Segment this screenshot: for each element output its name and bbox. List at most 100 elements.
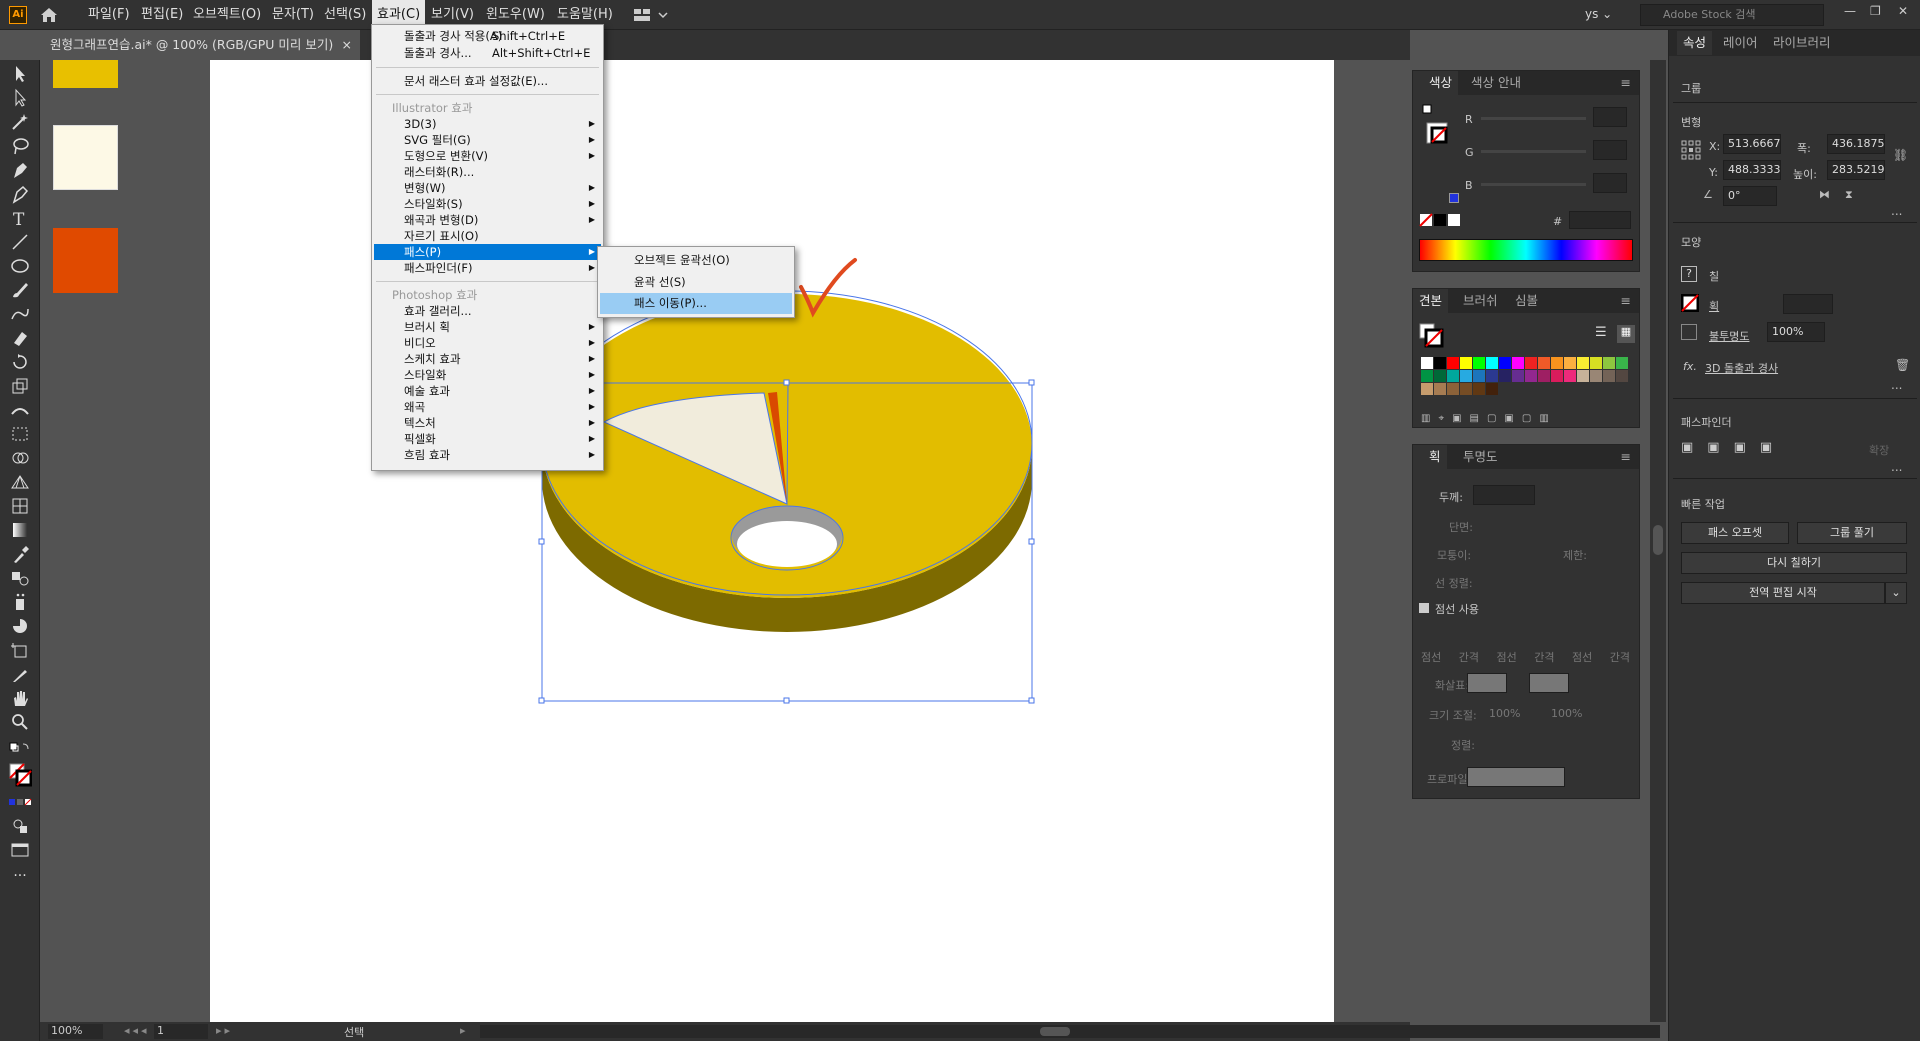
fill-unknown-swatch[interactable]: ? — [1681, 266, 1697, 282]
color-swatch[interactable] — [1538, 357, 1550, 369]
horizontal-scrollbar[interactable] — [480, 1025, 1660, 1038]
default-fill-stroke-icon[interactable] — [8, 740, 32, 760]
color-swatch[interactable] — [1564, 370, 1576, 382]
magic-wand-tool-icon[interactable] — [8, 112, 32, 132]
color-swatch[interactable] — [1486, 357, 1498, 369]
menu-texture[interactable]: 텍스처 ▶ — [374, 415, 601, 431]
menu-path[interactable]: 패스(P) ▶ — [374, 244, 601, 260]
color-swatch[interactable] — [1499, 357, 1511, 369]
zoom-tool-icon[interactable] — [8, 712, 32, 732]
menu-pathfinder[interactable]: 패스파인더(F) ▶ — [374, 260, 601, 276]
blend-tool-icon[interactable] — [8, 568, 32, 588]
menu-raster-settings[interactable]: 문서 래스터 효과 설정값(E)... — [374, 73, 601, 89]
workspace-switcher-icon[interactable] — [632, 5, 672, 25]
reference-point-icon[interactable] — [1681, 140, 1701, 160]
menu-edit[interactable]: 편집(E) — [136, 0, 188, 30]
stroke-label[interactable]: 획 — [1709, 298, 1719, 314]
color-swatch[interactable] — [1603, 357, 1615, 369]
shape-builder-tool-icon[interactable] — [8, 448, 32, 468]
menu-warp[interactable]: 왜곡과 변형(D) ▶ — [374, 212, 601, 228]
menu-distort-transform[interactable]: 변형(W) ▶ — [374, 180, 601, 196]
vertical-scrollbar[interactable] — [1650, 60, 1666, 1022]
opacity-label[interactable]: 불투명도 — [1709, 328, 1749, 344]
stock-search-input[interactable]: Adobe Stock 검색 — [1640, 4, 1824, 26]
color-swatch[interactable] — [1616, 370, 1628, 382]
grid-view-icon[interactable]: ▦ — [1617, 325, 1635, 343]
color-swatch[interactable] — [1551, 357, 1563, 369]
menu-svg-filter[interactable]: SVG 필터(G) ▶ — [374, 132, 601, 148]
menu-file[interactable]: 파일(F) — [83, 0, 135, 30]
window-controls[interactable]: — ❐ ✕ — [1838, 4, 1918, 24]
arrow-start-select[interactable] — [1467, 673, 1507, 693]
color-chip-yellow[interactable] — [53, 60, 118, 88]
draw-mode-icon[interactable] — [8, 816, 32, 836]
menu-rasterize[interactable]: 래스터화(R)... — [374, 164, 601, 180]
submenu-outline-stroke[interactable]: 윤곽 선(S) — [600, 272, 792, 293]
line-tool-icon[interactable] — [8, 232, 32, 252]
menu-artistic[interactable]: 예술 효과 ▶ — [374, 383, 601, 399]
minimize-icon[interactable]: — — [1844, 4, 1856, 18]
menu-pixelate[interactable]: 픽셀화 ▶ — [374, 431, 601, 447]
appearance-more-options[interactable]: ... — [1891, 378, 1902, 392]
offset-path-button[interactable]: 패스 오프셋 — [1681, 522, 1789, 544]
color-swatch[interactable] — [1577, 357, 1589, 369]
color-chip-orange[interactable] — [53, 228, 118, 293]
color-swatch[interactable] — [1434, 383, 1446, 395]
out-of-gamut-icon[interactable] — [1449, 193, 1459, 203]
width-field[interactable]: 436.1875 — [1827, 134, 1885, 154]
canvas-area[interactable] — [40, 60, 1410, 1022]
submenu-outline-object[interactable]: 오브젝트 윤곽선(O) — [600, 250, 792, 271]
color-swatch[interactable] — [1512, 370, 1524, 382]
flip-vertical-icon[interactable]: ⧗ — [1845, 188, 1853, 202]
eyedropper-tool-icon[interactable] — [8, 544, 32, 564]
submenu-offset-path[interactable]: 패스 이동(P)... — [600, 293, 792, 314]
tab-properties[interactable]: 속성 — [1677, 31, 1713, 55]
artboard-nav-next[interactable]: ▸▸ — [216, 1024, 233, 1037]
color-swatch[interactable] — [1590, 370, 1602, 382]
none-black-white-chips[interactable] — [1419, 213, 1463, 227]
pen-tool-icon[interactable] — [8, 160, 32, 180]
menu-effect-gallery[interactable]: 효과 갤러리... — [374, 303, 601, 319]
panel-menu-icon[interactable]: ≡ — [1615, 445, 1637, 469]
paintbrush-tool-icon[interactable] — [8, 280, 32, 300]
hand-tool-icon[interactable] — [8, 688, 32, 708]
color-swatch[interactable] — [1577, 370, 1589, 382]
profile-select[interactable] — [1467, 767, 1565, 787]
color-swatch[interactable] — [1447, 383, 1459, 395]
tab-layers[interactable]: 레이어 — [1717, 31, 1764, 55]
ungroup-button[interactable]: 그룹 풀기 — [1797, 522, 1907, 544]
arrow-end-select[interactable] — [1529, 673, 1569, 693]
menu-last-effect[interactable]: 돌출과 경사... Alt+Shift+Ctrl+E — [374, 45, 601, 61]
color-swatch[interactable] — [1421, 383, 1433, 395]
angle-field[interactable]: 0° — [1723, 186, 1777, 206]
color-swatch[interactable] — [1473, 370, 1485, 382]
tab-stroke[interactable]: 획 — [1413, 445, 1447, 469]
tab-color[interactable]: 색상 — [1413, 71, 1459, 95]
close-window-icon[interactable]: ✕ — [1898, 4, 1908, 18]
menu-video[interactable]: 비디오 ▶ — [374, 335, 601, 351]
tab-libraries[interactable]: 라이브러리 — [1767, 31, 1837, 55]
free-transform-tool-icon[interactable] — [8, 424, 32, 444]
height-field[interactable]: 283.5219 — [1827, 160, 1885, 180]
symbol-sprayer-tool-icon[interactable] — [8, 592, 32, 612]
list-view-icon[interactable]: ☰ — [1595, 325, 1611, 341]
pathfinder-shape-modes[interactable]: ▣▣▣▣ — [1681, 440, 1811, 458]
menu-type[interactable]: 문자(T) — [267, 0, 319, 30]
color-swatch[interactable] — [1525, 357, 1537, 369]
tab-symbols[interactable]: 심볼 — [1509, 289, 1544, 313]
color-swatch[interactable] — [1421, 357, 1433, 369]
perspective-grid-tool-icon[interactable] — [8, 472, 32, 492]
tab-transparency[interactable]: 투명도 — [1457, 445, 1504, 469]
status-arrow[interactable]: ▸ — [460, 1024, 466, 1037]
g-slider[interactable] — [1481, 150, 1586, 153]
color-chip-cream[interactable] — [53, 125, 118, 190]
pathfinder-more-options[interactable]: ... — [1891, 460, 1902, 474]
flip-horizontal-icon[interactable]: ⧓ — [1819, 188, 1830, 201]
zoom-field[interactable]: 100% — [48, 1024, 103, 1039]
menu-blur[interactable]: 흐림 효과 ▶ — [374, 447, 601, 463]
color-swatch[interactable] — [1460, 357, 1472, 369]
color-swatch[interactable] — [1447, 370, 1459, 382]
edit-toolbar-more-icon[interactable]: ··· — [8, 868, 32, 888]
color-fill-stroke-icon[interactable] — [1421, 103, 1451, 153]
color-swatch[interactable] — [1434, 357, 1446, 369]
